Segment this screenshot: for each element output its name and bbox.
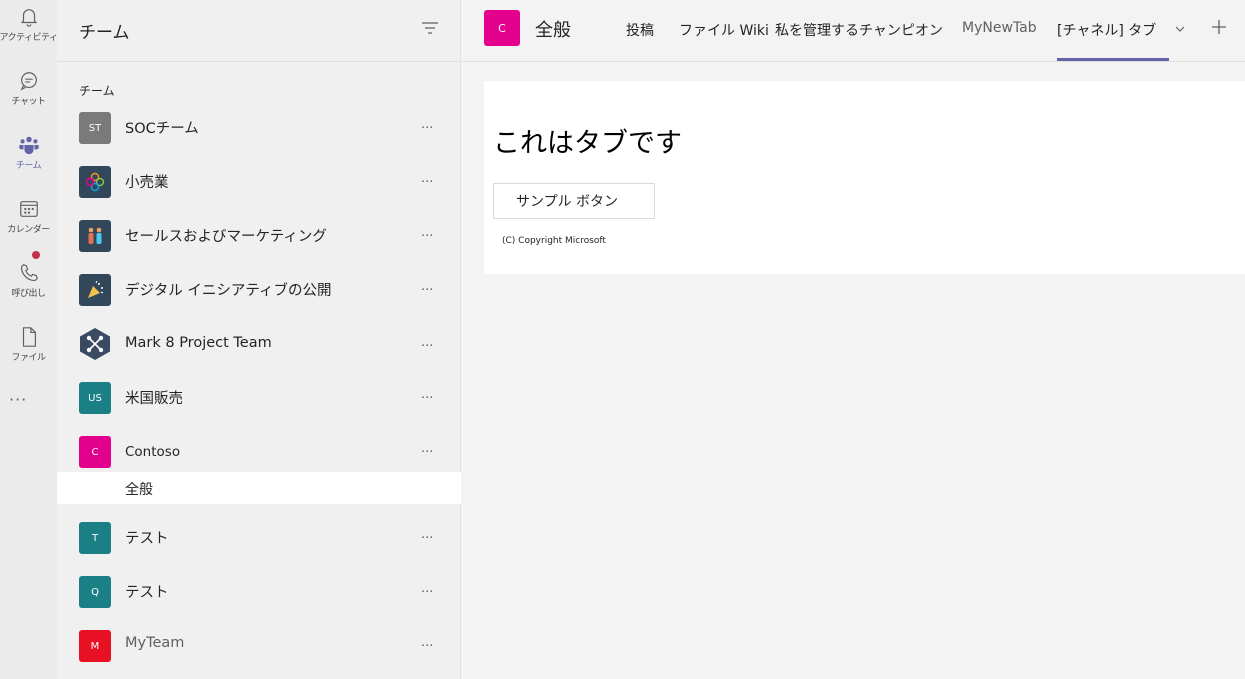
notification-dot	[32, 251, 40, 259]
rail-item-calendar[interactable]: カレンダー	[0, 192, 57, 248]
phone-icon	[20, 264, 38, 281]
rail-item-calls[interactable]: 呼び出し	[0, 256, 57, 312]
more-options-icon[interactable]: ···	[421, 230, 439, 244]
team-row[interactable]: セールスおよびマーケティング ···	[57, 208, 461, 262]
teams-app: アクティビティ チャット チーム カレンダー 呼び出し ファイル ··· チーム	[0, 0, 1245, 679]
team-row[interactable]: 小売業 ···	[57, 154, 461, 208]
team-name: Mark 8 Project Team	[125, 335, 272, 351]
team-avatar: ST	[79, 112, 111, 144]
more-options-icon[interactable]: ···	[421, 392, 439, 406]
team-name: セールスおよびマーケティング	[125, 229, 327, 245]
bell-icon	[20, 9, 37, 27]
tab-mynewtab[interactable]: MyNewTab	[962, 20, 1037, 36]
rail-label-teams: チーム	[15, 161, 42, 171]
more-options-icon[interactable]: ···	[421, 122, 439, 136]
team-name: テスト	[125, 585, 169, 601]
more-options-icon[interactable]: ···	[421, 340, 439, 354]
channel-row-selected[interactable]: 全般	[57, 472, 461, 504]
more-options-icon[interactable]: ···	[421, 532, 439, 546]
channel-header: C 全般 投稿 ファイル Wiki 私を管理するチャンピオン MyNewTab …	[462, 0, 1245, 62]
more-options-icon[interactable]: ···	[421, 284, 439, 298]
content-heading: これはタブです	[493, 128, 682, 159]
copyright-text: (C) Copyright Microsoft	[502, 236, 606, 246]
teams-icon	[18, 136, 39, 155]
panel-header: チーム	[57, 0, 461, 62]
team-row[interactable]: US 米国販売 ···	[57, 370, 461, 424]
channel-name: 全般	[125, 482, 153, 498]
rail-item-chat[interactable]: チャット	[0, 64, 57, 120]
retail-logo-icon	[79, 166, 111, 198]
active-tab-indicator	[1057, 58, 1169, 61]
team-avatar: T	[79, 522, 111, 554]
team-row[interactable]: Mark 8 Project Team ···	[57, 318, 461, 372]
team-row[interactable]: Q テスト ···	[57, 564, 461, 618]
team-row[interactable]: M MyTeam ···	[57, 618, 461, 672]
main-area: C 全般 投稿 ファイル Wiki 私を管理するチャンピオン MyNewTab …	[462, 0, 1245, 679]
rail-label-calls: 呼び出し	[11, 289, 46, 299]
more-apps-icon[interactable]: ···	[9, 392, 29, 409]
party-popper-icon	[79, 274, 111, 306]
rail-label-activity: アクティビティ	[0, 33, 58, 43]
filter-icon[interactable]	[420, 20, 440, 36]
channel-title: 全般	[535, 20, 571, 41]
team-avatar: US	[79, 382, 111, 414]
team-name: Contoso	[125, 444, 181, 460]
rail-label-files: ファイル	[11, 353, 46, 363]
teams-panel: チーム チーム ST SOCチーム ··· 小売業 ··· セールスおよびマーケ…	[57, 0, 461, 679]
tab-files-wiki[interactable]: ファイル Wiki	[679, 20, 769, 40]
team-avatar: C	[79, 436, 111, 468]
team-name: 小売業	[125, 175, 169, 191]
rail-label-chat: チャット	[11, 97, 46, 107]
team-name: MyTeam	[125, 635, 185, 651]
rail-label-calendar: カレンダー	[7, 225, 50, 235]
chat-icon	[19, 72, 37, 91]
more-options-icon[interactable]: ···	[421, 176, 439, 190]
panel-title: チーム	[79, 23, 130, 43]
more-options-icon[interactable]: ···	[421, 640, 439, 654]
calendar-icon	[19, 201, 38, 217]
file-icon	[22, 327, 36, 347]
team-name: 米国販売	[125, 391, 183, 407]
team-avatar: Q	[79, 576, 111, 608]
rail-item-teams[interactable]: チーム	[0, 128, 57, 184]
team-row[interactable]: C Contoso ···	[57, 424, 461, 478]
channel-avatar: C	[484, 10, 520, 46]
add-tab-icon[interactable]	[1210, 18, 1228, 36]
team-name: SOCチーム	[125, 121, 199, 137]
team-avatar: M	[79, 630, 111, 662]
section-label: チーム	[79, 84, 115, 98]
tab-channel-tab[interactable]: [チャネル] タブ	[1057, 20, 1156, 40]
team-row[interactable]: ST SOCチーム ···	[57, 100, 461, 154]
rail-item-files[interactable]: ファイル	[0, 320, 57, 376]
team-row[interactable]: デジタル イニシアティブの公開 ···	[57, 262, 461, 316]
drone-logo-icon	[79, 328, 111, 360]
people-logo-icon	[79, 220, 111, 252]
more-options-icon[interactable]: ···	[421, 586, 439, 600]
tab-champion[interactable]: 私を管理するチャンピオン	[775, 20, 943, 40]
chevron-down-icon[interactable]	[1173, 22, 1187, 36]
team-name: デジタル イニシアティブの公開	[125, 283, 332, 299]
rail-item-activity[interactable]: アクティビティ	[0, 0, 58, 56]
tab-content-card: これはタブです サンプル ボタン (C) Copyright Microsoft	[484, 81, 1245, 274]
team-row[interactable]: T テスト ···	[57, 510, 461, 564]
sample-button[interactable]: サンプル ボタン	[493, 183, 655, 219]
more-options-icon[interactable]: ···	[421, 446, 439, 460]
tab-posts[interactable]: 投稿	[626, 20, 654, 40]
app-rail: アクティビティ チャット チーム カレンダー 呼び出し ファイル ···	[0, 0, 58, 679]
team-name: テスト	[125, 531, 169, 547]
